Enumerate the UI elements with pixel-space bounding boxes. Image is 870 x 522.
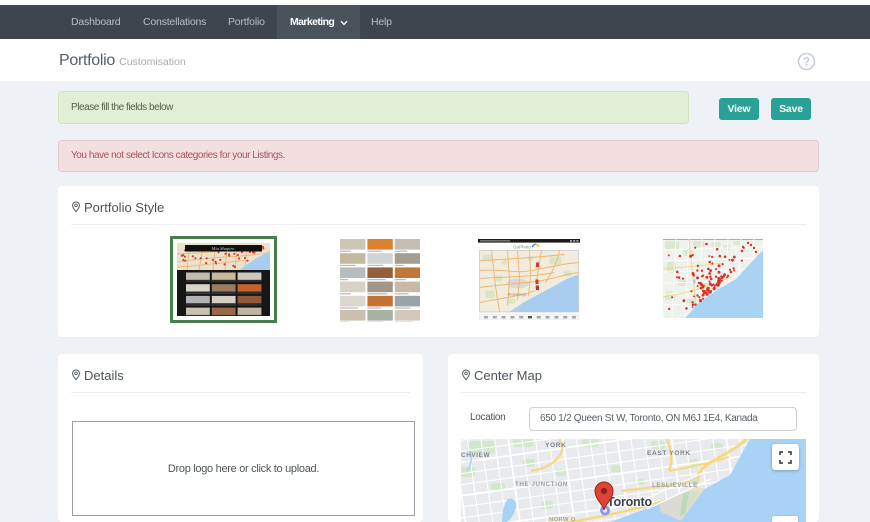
svg-text:GoPhoto: GoPhoto [513, 244, 531, 249]
svg-text:Toronto: Toronto [607, 495, 652, 509]
svg-text:CHVIEW: CHVIEW [461, 452, 491, 459]
svg-text:THE JUNCTION: THE JUNCTION [515, 481, 568, 488]
svg-text:LESLIEVILLE: LESLIEVILLE [652, 482, 698, 489]
svg-text:Mississauga: Mississauga [508, 293, 527, 297]
svg-text:YORK: YORK [545, 442, 566, 449]
svg-text:NORW O: NORW O [549, 517, 576, 522]
svg-text:EAST YORK: EAST YORK [647, 450, 691, 457]
svg-text:?: ? [803, 57, 810, 69]
svg-text:Mia Shapiro: Mia Shapiro [211, 246, 236, 251]
